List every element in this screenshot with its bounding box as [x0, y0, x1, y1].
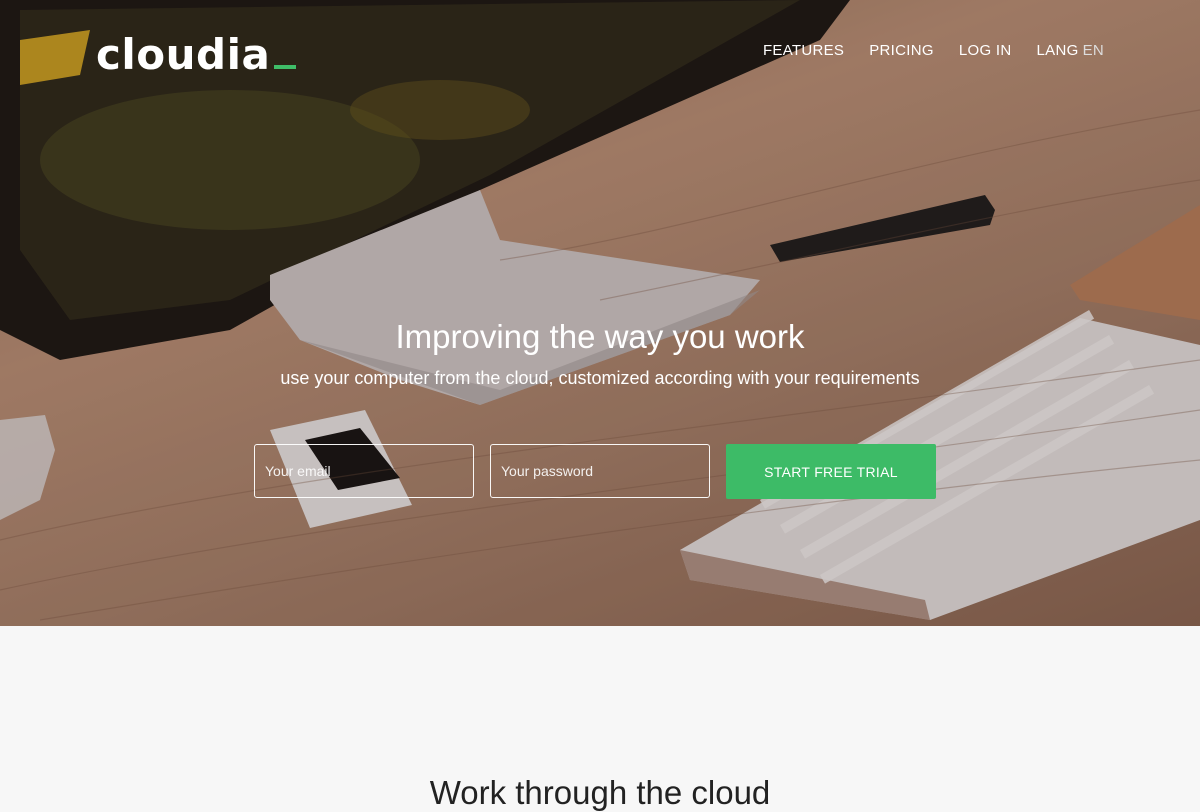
nav-pricing[interactable]: PRICING — [869, 42, 934, 59]
nav-login[interactable]: LOG IN — [959, 42, 1012, 59]
main-nav: FEATURES PRICING LOG IN LANG EN — [763, 42, 1104, 59]
hero-section: cloudia FEATURES PRICING LOG IN LANG EN I… — [0, 0, 1200, 626]
nav-language-selector[interactable]: LANG EN — [1037, 42, 1105, 59]
logo-cursor-mark — [274, 65, 297, 69]
password-field[interactable] — [490, 444, 710, 498]
email-field[interactable] — [254, 444, 474, 498]
hero-headline: Improving the way you work — [395, 318, 805, 355]
brand-logo[interactable]: cloudia — [96, 30, 297, 79]
start-free-trial-button[interactable]: START FREE TRIAL — [726, 444, 936, 499]
signup-form: START FREE TRIAL — [254, 444, 936, 499]
nav-lang-value: EN — [1082, 42, 1104, 59]
hero-subheadline: use your computer from the cloud, custom… — [280, 368, 920, 388]
brand-name: cloudia — [96, 30, 271, 79]
features-intro-section: Work through the cloud — [0, 626, 1200, 811]
nav-lang-label: LANG — [1036, 42, 1079, 59]
nav-features[interactable]: FEATURES — [763, 42, 844, 59]
section-title: Work through the cloud — [429, 774, 771, 811]
top-navigation: cloudia FEATURES PRICING LOG IN LANG EN — [0, 0, 1200, 100]
